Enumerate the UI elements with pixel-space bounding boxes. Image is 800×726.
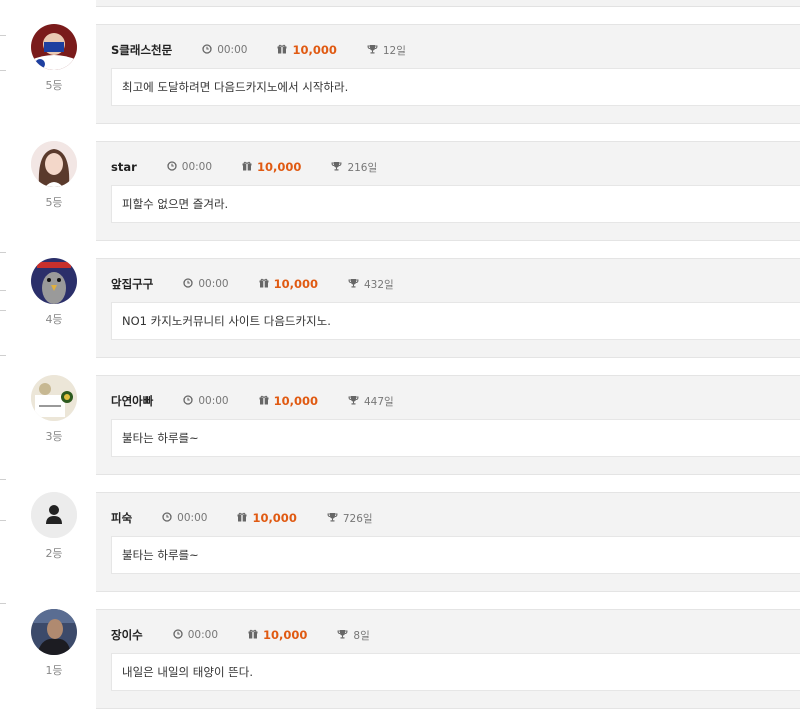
clock-icon — [183, 394, 193, 408]
comment-card: 장이수 00:00 10,000 8일 내일은 내일의 태양이 뜬다. — [96, 609, 800, 709]
comment-meta: 다연아빠 00:00 10,000 447일 — [111, 393, 394, 409]
comment-days: 8일 — [337, 628, 370, 643]
user-avatar[interactable] — [31, 258, 77, 304]
comment-message: 내일은 내일의 태양이 뜬다. — [111, 653, 800, 691]
days-value: 726일 — [342, 512, 373, 525]
comment-days: 12일 — [367, 43, 406, 58]
time-value: 00:00 — [181, 161, 213, 173]
clock-icon — [167, 160, 177, 174]
comment-days: 432일 — [348, 277, 394, 292]
comment-meta: star 00:00 10,000 216일 — [111, 159, 377, 175]
points-value: 10,000 — [273, 277, 318, 291]
user-avatar[interactable] — [31, 609, 77, 655]
trophy-icon — [327, 512, 338, 525]
trophy-icon — [367, 44, 378, 57]
points-value: 10,000 — [292, 43, 337, 57]
comment-item: 4등 앞집구구 00:00 10,000 432일 NO1 카지노커뮤니티 사이… — [0, 258, 800, 375]
comment-message: 최고에 도달하려면 다음드카지노에서 시작하라. — [111, 68, 800, 106]
comment-time: 00:00 — [183, 277, 229, 291]
default-user-icon — [31, 492, 77, 538]
comment-card: star 00:00 10,000 216일 피할수 없으면 즐겨라. — [96, 141, 800, 241]
time-value: 00:00 — [198, 278, 229, 290]
comment-points: 10,000 — [248, 628, 307, 642]
comment-meta: 피숙 00:00 10,000 726일 — [111, 510, 373, 526]
clock-icon — [173, 628, 183, 642]
comment-card: 피숙 00:00 10,000 726일 불타는 하루를~ — [96, 492, 800, 592]
user-avatar[interactable] — [31, 141, 77, 187]
comment-card: S클래스천문 00:00 10,000 12일 최고에 도달하려면 다음드카지노… — [96, 24, 800, 124]
previous-comment-card-edge — [96, 0, 800, 7]
comment-time: 00:00 — [202, 43, 248, 57]
gift-icon — [259, 394, 269, 408]
comment-message: 불타는 하루를~ — [111, 536, 800, 574]
user-name[interactable]: S클래스천문 — [111, 42, 172, 58]
comment-time: 00:00 — [173, 628, 219, 642]
points-value: 10,000 — [263, 628, 308, 642]
trophy-icon — [331, 161, 342, 174]
comment-message: 불타는 하루를~ — [111, 419, 800, 457]
gift-icon — [248, 628, 258, 642]
clock-icon — [202, 43, 212, 57]
trophy-icon — [348, 278, 359, 291]
days-value: 8일 — [353, 629, 370, 642]
gift-icon — [277, 43, 287, 57]
time-value: 00:00 — [217, 44, 248, 56]
rank-label: 5등 — [45, 79, 63, 92]
comment-card: 앞집구구 00:00 10,000 432일 NO1 카지노커뮤니티 사이트 다… — [96, 258, 800, 358]
user-name[interactable]: 앞집구구 — [111, 276, 153, 292]
comment-days: 216일 — [331, 160, 377, 175]
comment-item: 5등 S클래스천문 00:00 10,000 12일 최고에 도달하려면 다음드… — [0, 24, 800, 141]
days-value: 12일 — [382, 44, 406, 57]
time-value: 00:00 — [187, 629, 219, 641]
comment-item: 3등 다연아빠 00:00 10,000 447일 불타는 하루를~ — [0, 375, 800, 492]
gift-icon — [237, 511, 247, 525]
comment-points: 10,000 — [242, 160, 301, 174]
user-avatar[interactable] — [31, 24, 77, 70]
comment-meta: 앞집구구 00:00 10,000 432일 — [111, 276, 394, 292]
comment-days: 447일 — [348, 394, 394, 409]
comment-time: 00:00 — [167, 160, 213, 174]
comment-message: NO1 카지노커뮤니티 사이트 다음드카지노. — [111, 302, 800, 340]
rank-label: 5등 — [45, 196, 63, 209]
days-value: 447일 — [363, 395, 394, 408]
clock-icon — [183, 277, 193, 291]
time-value: 00:00 — [177, 512, 208, 524]
comment-time: 00:00 — [183, 394, 229, 408]
comment-points: 10,000 — [259, 277, 318, 291]
comment-item: 1등 장이수 00:00 10,000 8일 내일은 내일의 태양이 뜬다. — [0, 609, 800, 726]
comment-item: 5등 star 00:00 10,000 216일 피할수 없으면 즐겨라. — [0, 141, 800, 258]
user-avatar[interactable] — [31, 375, 77, 421]
rank-label: 1등 — [45, 664, 63, 677]
comment-points: 10,000 — [277, 43, 337, 57]
points-value: 10,000 — [257, 160, 302, 174]
time-value: 00:00 — [198, 395, 229, 407]
comment-item: 2등 피숙 00:00 10,000 726일 불타는 하루를~ — [0, 492, 800, 609]
user-avatar[interactable] — [31, 492, 77, 538]
comment-days: 726일 — [327, 511, 373, 526]
comment-points: 10,000 — [237, 511, 297, 525]
comment-meta: S클래스천문 00:00 10,000 12일 — [111, 42, 406, 58]
comment-points: 10,000 — [259, 394, 318, 408]
points-value: 10,000 — [273, 394, 318, 408]
days-value: 216일 — [347, 161, 378, 174]
days-value: 432일 — [363, 278, 394, 291]
comment-card: 다연아빠 00:00 10,000 447일 불타는 하루를~ — [96, 375, 800, 475]
comment-time: 00:00 — [162, 511, 208, 525]
trophy-icon — [337, 629, 348, 642]
gift-icon — [259, 277, 269, 291]
gift-icon — [242, 160, 252, 174]
comment-message: 피할수 없으면 즐겨라. — [111, 185, 800, 223]
rank-label: 4등 — [45, 313, 63, 326]
comment-meta: 장이수 00:00 10,000 8일 — [111, 627, 370, 643]
trophy-icon — [348, 395, 359, 408]
user-name[interactable]: star — [111, 160, 137, 174]
points-value: 10,000 — [252, 511, 297, 525]
rank-label: 3등 — [45, 430, 63, 443]
user-name[interactable]: 피숙 — [111, 510, 132, 526]
clock-icon — [162, 511, 172, 525]
user-name[interactable]: 장이수 — [111, 627, 143, 643]
user-name[interactable]: 다연아빠 — [111, 393, 153, 409]
rank-label: 2등 — [45, 547, 63, 560]
